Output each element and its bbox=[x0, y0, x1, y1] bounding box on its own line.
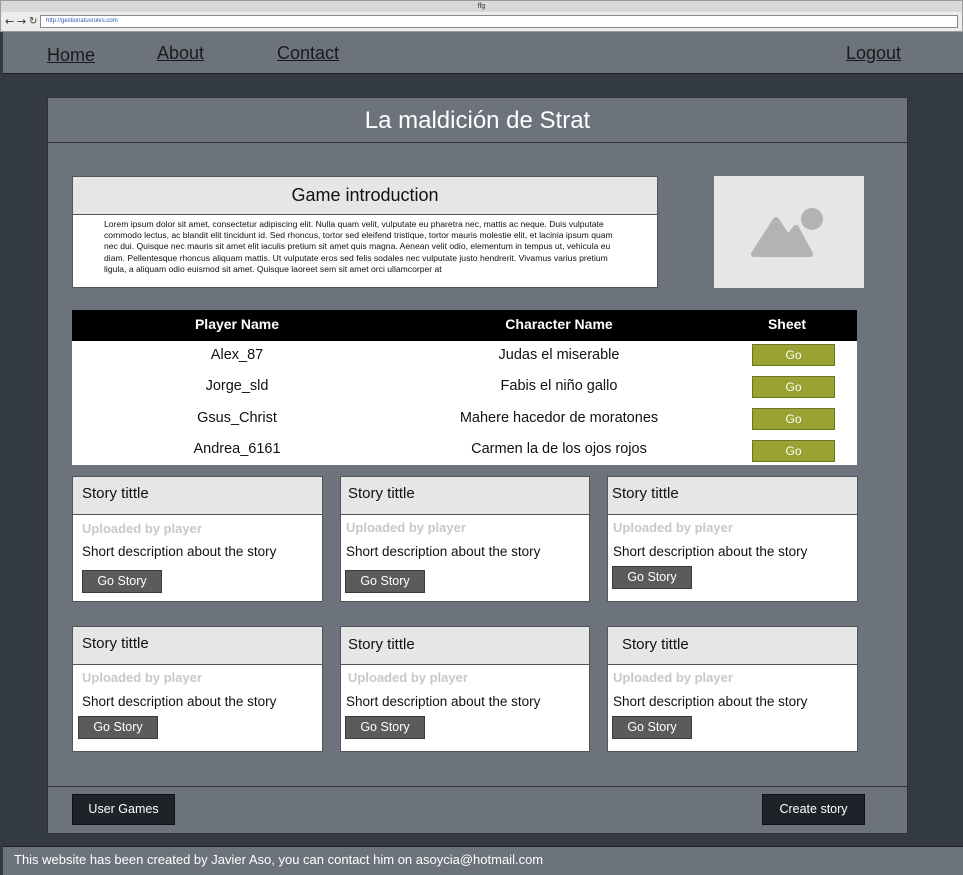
story-description: Short description about the story bbox=[613, 544, 808, 559]
story-title: Story tittle bbox=[82, 635, 149, 652]
story-title: Story tittle bbox=[348, 485, 415, 502]
panel-footer-divider bbox=[47, 786, 908, 787]
column-header-sheet: Sheet bbox=[767, 316, 807, 332]
top-navbar bbox=[3, 32, 963, 74]
story-title: Story tittle bbox=[612, 485, 679, 502]
intro-text: Lorem ipsum dolor sit amet, consectetur … bbox=[104, 219, 613, 274]
table-cell-player: Andrea_6161 bbox=[193, 441, 281, 457]
story-description: Short description about the story bbox=[82, 544, 277, 559]
story-description: Short description about the story bbox=[346, 544, 541, 559]
table-cell-player: Gsus_Christ bbox=[197, 410, 277, 426]
user-games-button[interactable]: User Games bbox=[72, 794, 175, 825]
reload-icon[interactable]: ↻ bbox=[29, 15, 37, 28]
go-story-button[interactable]: Go Story bbox=[82, 570, 162, 593]
browser-title-bar: ffg bbox=[0, 0, 963, 12]
table-cell-player: Jorge_sld bbox=[205, 378, 269, 394]
story-uploader: Uploaded by player bbox=[82, 521, 202, 536]
image-placeholder-graphic bbox=[751, 208, 823, 257]
image-placeholder-icon bbox=[714, 176, 864, 288]
go-story-button[interactable]: Go Story bbox=[612, 566, 692, 589]
sheet-go-button[interactable]: Go bbox=[752, 376, 835, 398]
story-title: Story tittle bbox=[348, 636, 415, 653]
table-cell-player: Alex_87 bbox=[210, 347, 264, 363]
arrow-left-icon[interactable]: ← bbox=[5, 15, 14, 28]
story-uploader: Uploaded by player bbox=[613, 670, 733, 685]
sheet-go-button[interactable]: Go bbox=[752, 344, 835, 366]
nav-home-link[interactable]: Home bbox=[47, 45, 95, 65]
footer-text: This website has been created by Javier … bbox=[14, 852, 544, 867]
table-cell-character: Judas el miserable bbox=[498, 347, 620, 363]
go-story-button[interactable]: Go Story bbox=[612, 716, 692, 739]
story-description: Short description about the story bbox=[82, 694, 277, 709]
nav-contact-link[interactable]: Contact bbox=[277, 43, 339, 63]
sheet-go-button[interactable]: Go bbox=[752, 408, 835, 430]
go-story-button[interactable]: Go Story bbox=[78, 716, 158, 739]
intro-title: Game introduction bbox=[291, 185, 439, 205]
nav-logout-link[interactable]: Logout bbox=[846, 43, 901, 63]
browser-title: ffg bbox=[477, 3, 486, 10]
story-title: Story tittle bbox=[82, 485, 149, 502]
sheet-go-button[interactable]: Go bbox=[752, 440, 835, 462]
story-uploader: Uploaded by player bbox=[346, 520, 466, 535]
create-story-button[interactable]: Create story bbox=[762, 794, 865, 825]
story-uploader: Uploaded by player bbox=[82, 670, 202, 685]
table-cell-character: Fabis el niño gallo bbox=[500, 378, 618, 394]
story-title: Story tittle bbox=[622, 636, 689, 653]
story-description: Short description about the story bbox=[613, 694, 808, 709]
story-uploader: Uploaded by player bbox=[348, 670, 468, 685]
address-bar[interactable]: http://gestionatusroles.com bbox=[40, 15, 958, 28]
table-cell-character: Carmen la de los ojos rojos bbox=[471, 441, 647, 457]
go-story-button[interactable]: Go Story bbox=[345, 716, 425, 739]
story-uploader: Uploaded by player bbox=[613, 520, 733, 535]
arrow-right-icon[interactable]: → bbox=[17, 15, 26, 28]
column-header-player: Player Name bbox=[194, 316, 280, 332]
story-description: Short description about the story bbox=[346, 694, 541, 709]
table-cell-character: Mahere hacedor de moratones bbox=[459, 410, 659, 426]
go-story-button[interactable]: Go Story bbox=[345, 570, 425, 593]
nav-about-link[interactable]: About bbox=[157, 43, 204, 63]
column-header-character: Character Name bbox=[505, 316, 613, 332]
page-title: La maldición de Strat bbox=[364, 107, 591, 134]
